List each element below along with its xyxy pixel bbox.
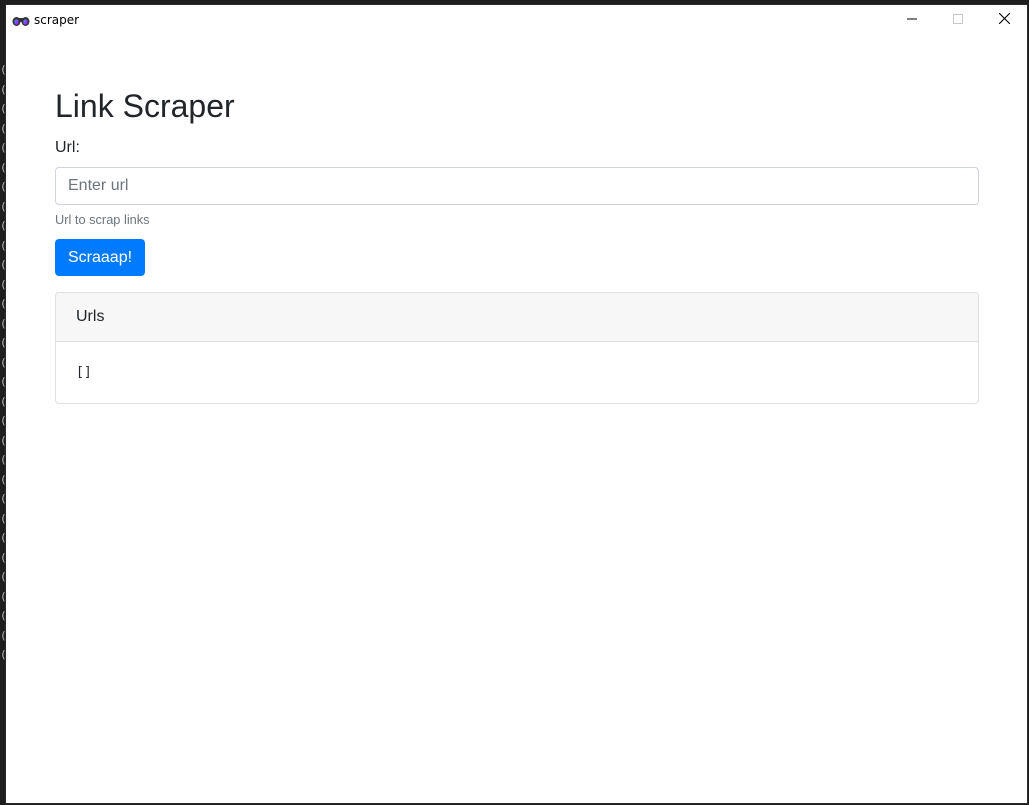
- urls-card-body: []: [56, 342, 978, 403]
- desktop: (((((((((((((((((((((((((((((((scraper …: [0, 0, 1029, 805]
- maximize-icon: [953, 11, 963, 29]
- urls-output: []: [76, 365, 92, 380]
- urls-card: Urls []: [55, 292, 979, 404]
- title-bar[interactable]: scraper: [6, 5, 1027, 34]
- maximize-button[interactable]: [935, 5, 981, 34]
- scrape-button[interactable]: Scraaap!: [55, 239, 146, 276]
- main-content: Link Scraper Url: Url to scrap links Scr…: [55, 34, 979, 404]
- url-input[interactable]: [55, 167, 979, 205]
- binoculars-icon: [12, 14, 30, 26]
- window-title: scraper: [34, 12, 80, 27]
- minimize-button[interactable]: [889, 5, 935, 34]
- window-controls: [889, 5, 1027, 34]
- close-icon: [998, 11, 1010, 29]
- page-title: Link Scraper: [55, 88, 235, 124]
- minimize-icon: [907, 11, 917, 29]
- urls-card-header: Urls: [56, 293, 978, 342]
- close-button[interactable]: [981, 5, 1027, 34]
- url-help-text: Url to scrap links: [55, 212, 150, 227]
- url-label: Url:: [55, 139, 80, 156]
- app-window: scraper Link Scraper Url: Enter url Url …: [5, 4, 1028, 804]
